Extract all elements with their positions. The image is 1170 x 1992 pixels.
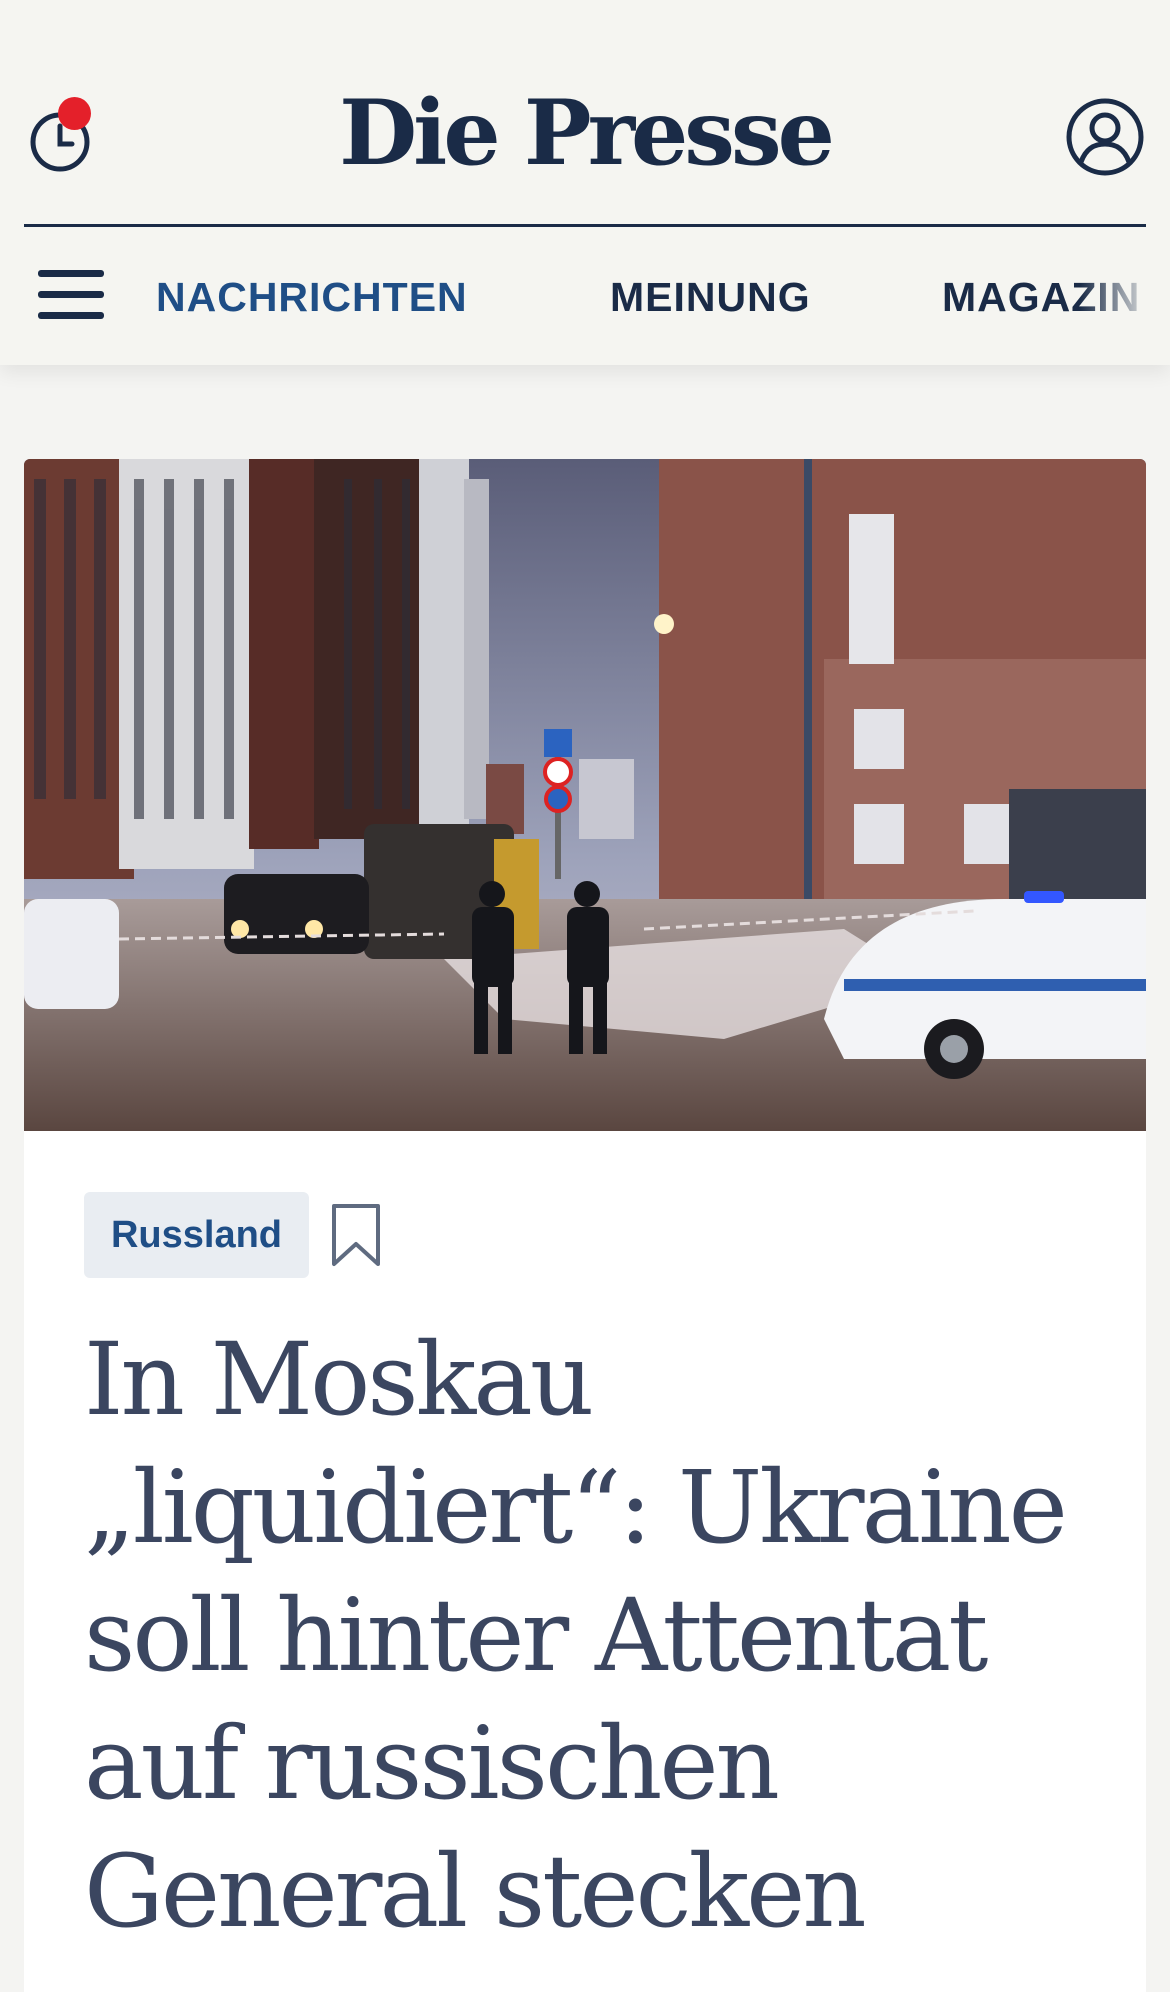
account-button[interactable] [1064, 96, 1146, 178]
article-headline[interactable]: In Moskau „liquidiert“: Ukraine soll hin… [84, 1316, 1094, 1956]
nav-item-nachrichten[interactable]: NACHRICHTEN [156, 272, 468, 322]
article-category-tag[interactable]: Russland [84, 1192, 309, 1278]
header-divider [24, 224, 1146, 227]
site-header: Die Presse NACHRICHTEN MEINUNG MAGAZIN [0, 0, 1170, 365]
article-hero-image[interactable] [24, 459, 1146, 1131]
nav-item-meinung[interactable]: MEINUNG [610, 272, 811, 322]
user-account-icon [1066, 98, 1144, 176]
bookmark-icon [332, 1204, 380, 1266]
site-logo[interactable]: Die Presse [0, 78, 1170, 188]
menu-button[interactable] [38, 270, 106, 324]
hamburger-menu-icon [38, 270, 106, 319]
bookmark-button[interactable] [328, 1200, 384, 1270]
hero-photo-scene [24, 459, 1146, 1131]
nav-scroll-fade [1080, 250, 1170, 350]
